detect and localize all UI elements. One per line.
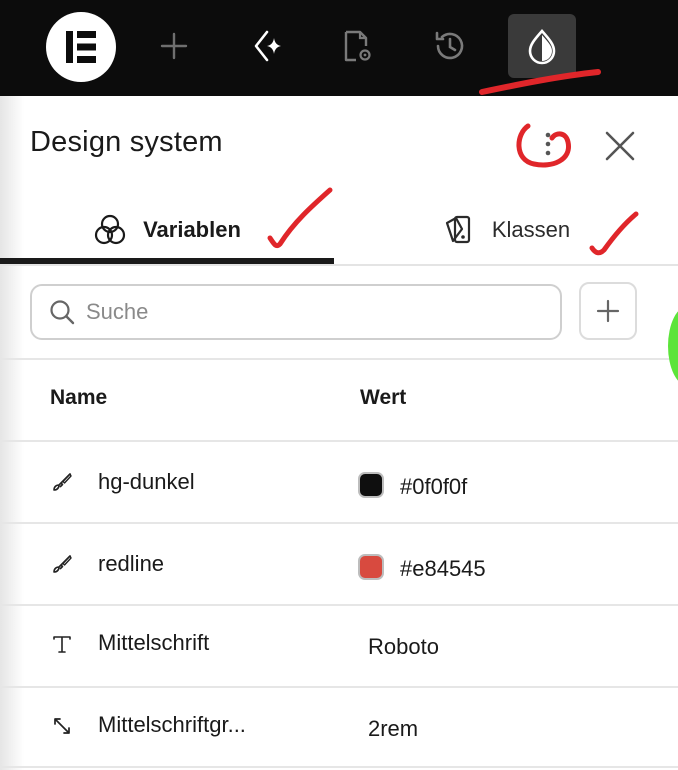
resize-arrow-icon bbox=[54, 718, 70, 734]
circles-icon bbox=[94, 214, 126, 245]
tab-variables-label: Variablen bbox=[143, 217, 241, 242]
variable-value: #0f0f0f bbox=[400, 474, 468, 499]
drop-icon bbox=[528, 29, 556, 65]
search-box[interactable] bbox=[30, 284, 562, 340]
kebab-menu-icon bbox=[545, 132, 551, 156]
tab-classes-label: Klassen bbox=[491, 217, 571, 242]
variable-name: Mittelschriftgr... bbox=[98, 712, 246, 737]
divider bbox=[0, 358, 678, 360]
divider bbox=[0, 766, 678, 768]
more-options-button[interactable] bbox=[530, 122, 566, 166]
column-header-name: Name bbox=[50, 386, 108, 409]
table-row[interactable]: Mittelschrift Roboto bbox=[0, 604, 678, 686]
tab-variables[interactable]: Variablen bbox=[0, 196, 334, 264]
tab-classes[interactable]: Klassen bbox=[334, 196, 678, 264]
close-button[interactable] bbox=[600, 126, 640, 166]
color-swatch[interactable] bbox=[358, 554, 384, 580]
table-row[interactable]: Mittelschriftgr... 2rem bbox=[0, 686, 678, 768]
column-header-value: Wert bbox=[360, 386, 407, 409]
search-input[interactable] bbox=[86, 299, 526, 325]
ai-button[interactable] bbox=[232, 14, 300, 78]
variable-name: redline bbox=[98, 551, 165, 576]
sparkle-icon bbox=[254, 30, 281, 62]
brush-icon bbox=[53, 473, 72, 491]
text-type-icon bbox=[53, 636, 71, 653]
plus-icon bbox=[160, 32, 188, 60]
design-system-button[interactable] bbox=[508, 14, 576, 78]
elementor-logo-icon[interactable] bbox=[46, 12, 116, 82]
brush-icon bbox=[53, 555, 72, 573]
table-row[interactable]: redline #e84545 bbox=[0, 524, 678, 606]
table-row[interactable]: hg-dunkel #0f0f0f bbox=[0, 442, 678, 524]
add-element-button[interactable] bbox=[140, 14, 208, 78]
search-icon bbox=[50, 300, 75, 325]
page-settings-button[interactable] bbox=[322, 14, 390, 78]
variable-name: hg-dunkel bbox=[98, 469, 195, 494]
plus-icon bbox=[596, 299, 620, 323]
color-swatch[interactable] bbox=[358, 472, 384, 498]
variable-value: #e84545 bbox=[400, 556, 486, 581]
variable-value: 2rem bbox=[368, 716, 419, 741]
top-toolbar bbox=[0, 0, 678, 96]
variable-value: Roboto bbox=[368, 634, 439, 659]
history-button[interactable] bbox=[416, 14, 484, 78]
add-variable-button[interactable] bbox=[579, 282, 637, 340]
panel-title: Design system bbox=[30, 126, 223, 158]
variable-name: Mittelschrift bbox=[98, 630, 210, 655]
page-settings-icon bbox=[344, 30, 371, 62]
swatches-icon bbox=[445, 215, 470, 244]
close-icon bbox=[605, 131, 635, 161]
history-icon bbox=[435, 31, 464, 60]
tabs-divider bbox=[0, 264, 678, 266]
